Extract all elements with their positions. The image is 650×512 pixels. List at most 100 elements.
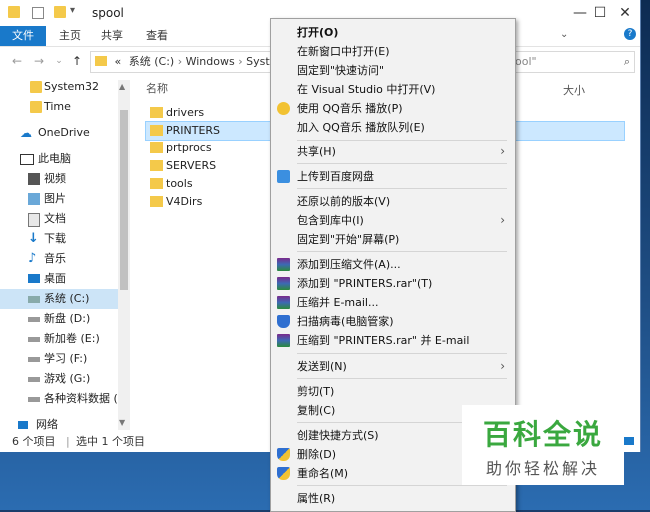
nav-item-label: 文档 (44, 212, 66, 225)
video-icon (28, 173, 40, 185)
tab-home[interactable]: 主页 (50, 26, 90, 46)
close-button[interactable]: ✕ (605, 0, 645, 26)
nav-item-time[interactable]: Time (0, 97, 118, 117)
nav-item-pictures[interactable]: 图片 (0, 189, 118, 209)
nav-item-label: 下载 (44, 232, 66, 245)
back-arrow-icon[interactable]: ← (8, 53, 26, 69)
submenu-arrow-icon: › (500, 213, 505, 227)
menu-item-open-new-window[interactable]: 在新窗口中打开(E) (271, 42, 515, 61)
menu-item-compress-email[interactable]: 压缩并 E-mail... (271, 293, 515, 312)
winrar-icon (277, 334, 290, 347)
scroll-up-icon[interactable]: ▲ (119, 82, 125, 91)
music-icon: ♪ (28, 251, 37, 266)
nav-item-drive-e[interactable]: 新加卷 (E:) (0, 329, 118, 349)
menu-item-include-library[interactable]: 包含到库中(I) › (271, 211, 515, 230)
help-icon[interactable]: ? (624, 28, 636, 40)
menu-item-open-visual-studio[interactable]: 在 Visual Studio 中打开(V) (271, 80, 515, 99)
new-folder-icon[interactable] (54, 6, 66, 18)
details-view-icon[interactable] (624, 437, 634, 445)
nav-item-drive-f[interactable]: 学习 (F:) (0, 349, 118, 369)
nav-scroll-thumb[interactable] (120, 110, 128, 290)
menu-item-send-to[interactable]: 发送到(N) › (271, 357, 515, 376)
nav-item-downloads[interactable]: ↓ 下载 (0, 229, 118, 249)
menu-item-share[interactable]: 共享(H) › (271, 142, 515, 161)
winrar-icon (277, 258, 290, 271)
watermark-logo: 百科全说 助你轻松解决 (462, 405, 624, 485)
menu-item-scan-virus[interactable]: 扫描病毒(电脑管家) (271, 312, 515, 331)
forward-arrow-icon[interactable]: → (30, 53, 48, 69)
uac-shield-icon (277, 448, 290, 461)
nav-item-onedrive[interactable]: ☁ OneDrive (0, 123, 118, 143)
nav-item-label: 视频 (44, 172, 66, 185)
nav-item-label: 图片 (44, 192, 66, 205)
properties-icon[interactable] (32, 7, 44, 19)
column-header-name[interactable]: 名称 (146, 80, 168, 96)
recent-locations-icon[interactable]: ⌄ (50, 53, 68, 69)
nav-item-label: Time (44, 100, 71, 113)
menu-item-open[interactable]: 打开(O) (271, 23, 515, 42)
network-icon (18, 421, 28, 429)
breadcrumb-segment[interactable]: 系统 (C:) (129, 55, 174, 68)
breadcrumb-segment[interactable]: Windows (186, 55, 235, 68)
folder-icon (150, 125, 163, 136)
file-name: SERVERS (166, 159, 217, 172)
submenu-arrow-icon: › (500, 144, 505, 158)
nav-item-videos[interactable]: 视频 (0, 169, 118, 189)
menu-item-properties[interactable]: 属性(R) (271, 489, 515, 508)
nav-item-system32[interactable]: System32 (0, 77, 118, 97)
file-name: V4Dirs (166, 195, 203, 208)
selection-count: 选中 1 个项目 (76, 435, 145, 448)
file-name: tools (166, 177, 193, 190)
menu-item-qq-music-queue[interactable]: 加入 QQ音乐 播放队列(E) (271, 118, 515, 137)
menu-item-add-archive[interactable]: 添加到压缩文件(A)... (271, 255, 515, 274)
menu-item-cut[interactable]: 剪切(T) (271, 382, 515, 401)
menu-separator (297, 188, 507, 189)
menu-item-qq-music-play[interactable]: 使用 QQ音乐 播放(P) (271, 99, 515, 118)
nav-item-label: 学习 (F:) (44, 352, 88, 365)
nav-item-desktop[interactable]: 桌面 (0, 269, 118, 289)
menu-item-pin-quick-access[interactable]: 固定到"快速访问" (271, 61, 515, 80)
address-bar[interactable]: « 系统 (C:) › Windows › Syst (90, 51, 272, 73)
file-name: PRINTERS (166, 124, 221, 137)
folder-icon (150, 196, 163, 207)
tab-file[interactable]: 文件 (0, 26, 46, 46)
nav-item-drive-h[interactable]: 各种资料数据 (H (0, 389, 118, 409)
drive-icon (28, 296, 40, 303)
nav-item-drive-c[interactable]: 系统 (C:) (0, 289, 118, 309)
tab-share[interactable]: 共享 (92, 26, 132, 46)
menu-item-add-printers-rar[interactable]: 添加到 "PRINTERS.rar"(T) (271, 274, 515, 293)
menu-item-restore-versions[interactable]: 还原以前的版本(V) (271, 192, 515, 211)
menu-item-pin-start[interactable]: 固定到"开始"屏幕(P) (271, 230, 515, 249)
search-input[interactable]: pool" ⌕ (505, 51, 635, 73)
customize-toolbar-icon[interactable]: ▾ (70, 5, 75, 16)
up-arrow-icon[interactable]: ↑ (68, 53, 86, 69)
nav-item-documents[interactable]: 文档 (0, 209, 118, 229)
breadcrumb-segment[interactable]: Syst (246, 55, 270, 68)
nav-item-label: 新盘 (D:) (44, 312, 91, 325)
address-overflow[interactable]: « (115, 55, 122, 68)
nav-item-music[interactable]: ♪ 音乐 (0, 249, 118, 269)
tab-view[interactable]: 查看 (137, 26, 177, 46)
drive-icon (28, 377, 40, 382)
folder-icon (150, 142, 163, 153)
nav-item-this-pc[interactable]: 此电脑 (0, 149, 118, 169)
menu-item-baidu-upload[interactable]: 上传到百度网盘 (271, 167, 515, 186)
nav-item-label: 桌面 (44, 272, 66, 285)
shield-scan-icon (277, 315, 290, 328)
scroll-down-icon[interactable]: ▼ (119, 418, 125, 427)
baidu-cloud-icon (277, 170, 290, 183)
menu-item-compress-printers-email[interactable]: 压缩到 "PRINTERS.rar" 并 E-mail (271, 331, 515, 350)
folder-icon (150, 160, 163, 171)
winrar-icon (277, 277, 290, 290)
folder-icon (150, 178, 163, 189)
nav-item-drive-g[interactable]: 游戏 (G:) (0, 369, 118, 389)
drive-icon (28, 357, 40, 362)
ribbon-expand-icon[interactable]: ⌄ (560, 29, 568, 40)
folder-icon (95, 56, 107, 66)
watermark-subtitle: 助你轻松解决 (485, 459, 600, 478)
computer-icon (20, 154, 34, 165)
nav-item-drive-d[interactable]: 新盘 (D:) (0, 309, 118, 329)
column-header-size[interactable]: 大小 (563, 82, 585, 98)
menu-separator (297, 378, 507, 379)
nav-item-label: 各种资料数据 (H (44, 392, 118, 405)
